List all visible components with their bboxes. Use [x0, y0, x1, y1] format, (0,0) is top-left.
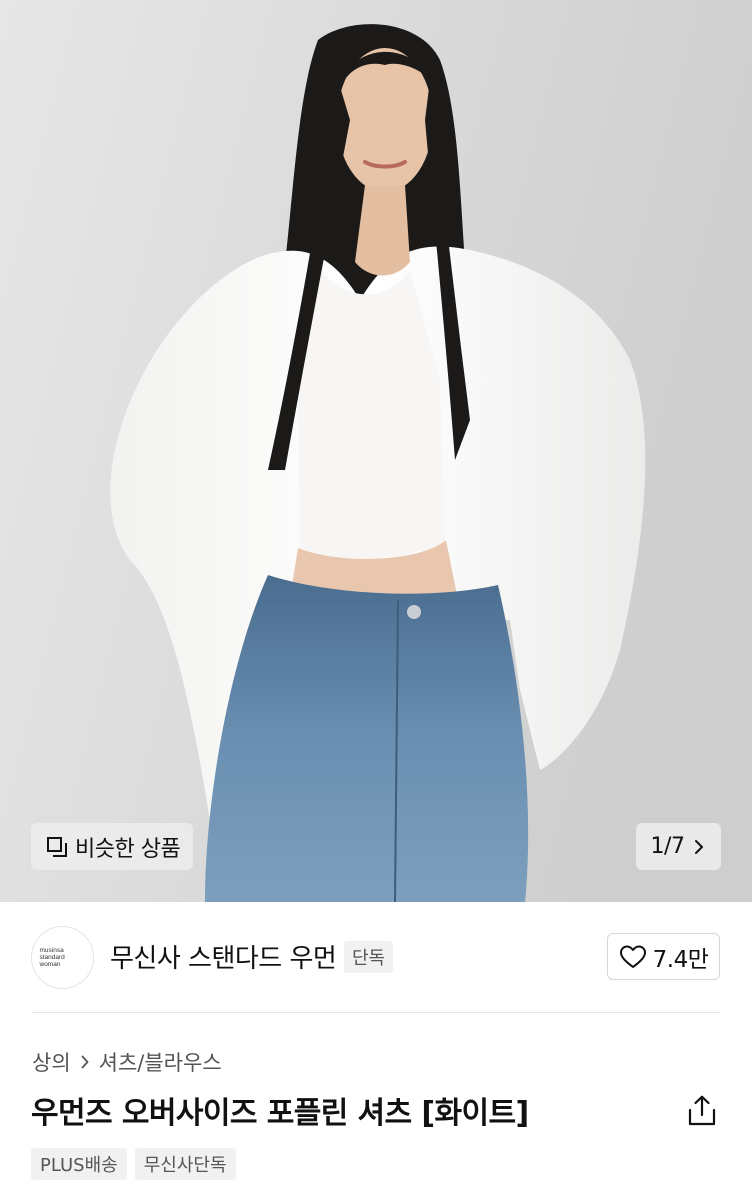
brand-name[interactable]: 무신사 스탠다드 우먼: [110, 938, 337, 975]
share-upload-icon: [688, 1095, 716, 1126]
product-tags: PLUS배송 무신사단독: [31, 1148, 236, 1180]
chevron-right-icon: [695, 839, 704, 854]
similar-products-button[interactable]: 비슷한 상품: [31, 823, 194, 870]
share-button[interactable]: [686, 1094, 718, 1128]
tag-musinsa-exclusive: 무신사단독: [134, 1148, 236, 1180]
image-page-indicator: 1/7: [650, 834, 685, 859]
like-button[interactable]: 7.4만: [607, 933, 720, 980]
heart-outline-icon: [619, 945, 646, 968]
like-count: 7.4만: [652, 946, 709, 973]
brand-logo-text: musinsa standard woman: [39, 947, 65, 968]
breadcrumb: 상의 셔츠/블라우스: [32, 1046, 222, 1078]
similar-products-label: 비슷한 상품: [75, 836, 181, 862]
product-photo: [0, 0, 752, 902]
product-title: 우먼즈 오버사이즈 포플린 셔츠 [화이트]: [31, 1096, 529, 1131]
breadcrumb-item-tops[interactable]: 상의: [32, 1047, 71, 1077]
exclusive-badge: 단독: [344, 941, 394, 973]
overlapping-squares-icon: [47, 836, 67, 857]
image-pager[interactable]: 1/7: [636, 823, 721, 870]
tag-plus-delivery: PLUS배송: [31, 1148, 127, 1180]
brand-logo[interactable]: musinsa standard woman: [31, 926, 94, 989]
product-image-carousel[interactable]: 비슷한 상품 1/7: [0, 0, 752, 902]
chevron-right-icon: [81, 1055, 89, 1069]
breadcrumb-item-shirts-blouses[interactable]: 셔츠/블라우스: [99, 1047, 222, 1077]
section-divider: [31, 1012, 720, 1013]
